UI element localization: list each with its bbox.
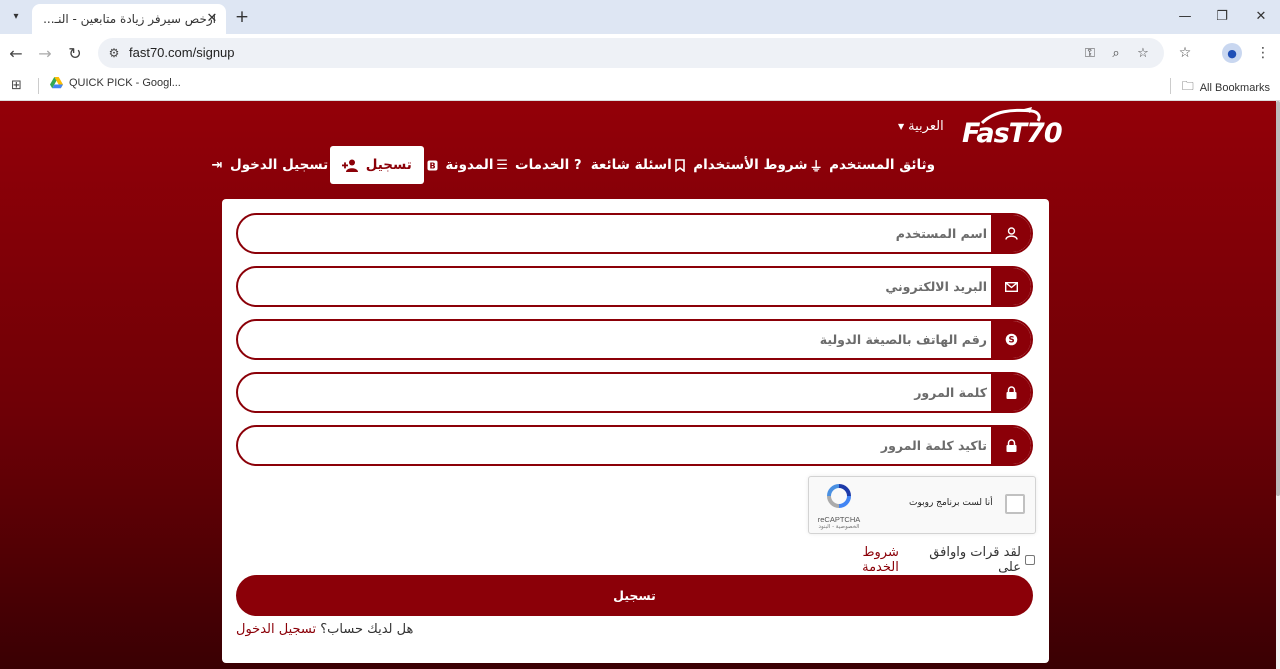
phone-input[interactable] <box>238 321 993 358</box>
signup-submit-button[interactable]: تسجيل <box>236 575 1033 616</box>
reload-icon[interactable]: ↻ <box>64 42 86 64</box>
svg-text:S: S <box>1008 336 1014 346</box>
bookmarks-panel-icon[interactable]: ☆ <box>1174 42 1196 64</box>
minimize-icon[interactable]: — <box>1173 6 1197 26</box>
envelope-icon <box>991 268 1031 305</box>
browser-tab[interactable]: ارخص سيرفر زيادة متابعين - النـ... <box>32 4 226 34</box>
nav-label: الخدمات <box>515 157 570 173</box>
nav-terms[interactable]: شروط الأستخدام <box>673 157 808 173</box>
recaptcha-icon <box>827 484 851 508</box>
blogger-icon: B <box>425 160 439 171</box>
caret-down-icon: ▼ <box>898 122 905 131</box>
recaptcha-label: أنا لست برنامج روبوت <box>909 498 993 508</box>
address-bar[interactable]: ⚙ fast70.com/signup ⚿ ⌕ ☆ <box>98 38 1164 68</box>
back-icon[interactable]: ← <box>5 42 27 64</box>
lock-icon <box>991 427 1031 464</box>
nav-label: اسئلة شائعة <box>590 157 672 173</box>
nav-label: وثائق المستخدم <box>829 157 935 173</box>
browser-menu-icon[interactable]: ⋮ <box>1252 42 1274 64</box>
skype-icon: S <box>991 321 1031 358</box>
zoom-icon[interactable]: ⌕ <box>1107 44 1125 62</box>
svg-text:B: B <box>429 161 435 170</box>
password-key-icon[interactable]: ⚿ <box>1081 44 1099 62</box>
language-label: العربية <box>908 119 944 134</box>
confirm-password-input[interactable] <box>238 427 993 464</box>
all-bookmarks-label: All Bookmarks <box>1199 81 1270 94</box>
phone-field: S <box>236 319 1033 360</box>
lock-icon <box>991 374 1031 411</box>
site-info-icon[interactable]: ⚙ <box>106 45 122 61</box>
nav-user-docs[interactable]: ⏚ وثائق المستخدم <box>809 156 935 175</box>
nav-label: شروط الأستخدام <box>693 157 808 173</box>
bookmark-icon <box>673 158 687 172</box>
forward-icon[interactable]: → <box>34 42 56 64</box>
restore-icon[interactable]: ❐ <box>1210 6 1234 26</box>
terms-checkbox[interactable] <box>1025 555 1035 565</box>
list-icon: ☰ <box>496 157 508 173</box>
recaptcha-logo: reCAPTCHA الخصوصية - البنود <box>815 483 863 530</box>
nav-blog[interactable]: B المدونة <box>425 157 494 173</box>
browser-toolbar: ← → ↻ ⚙ fast70.com/signup ⚿ ⌕ ☆ ☆ ● ⋮ <box>0 34 1280 72</box>
confirm-password-field <box>236 425 1033 466</box>
user-plus-icon <box>342 159 360 172</box>
recaptcha-widget: أنا لست برنامج روبوت reCAPTCHA الخصوصية … <box>808 476 1036 534</box>
login-link[interactable]: تسجيل الدخول <box>236 622 316 637</box>
google-drive-icon <box>50 77 63 89</box>
nav-login[interactable]: ⇥ تسجيل الدخول <box>210 157 329 173</box>
plug-icon: ⏚ <box>809 159 823 175</box>
login-prompt: هل لديك حساب؟ تسجيل الدخول <box>236 622 413 637</box>
tab-search-icon[interactable]: ▾ <box>6 6 26 26</box>
nav-services[interactable]: ☰ الخدمات <box>495 157 569 173</box>
nav-label: تسجيل الدخول <box>230 157 329 173</box>
user-icon <box>991 215 1031 252</box>
terms-link[interactable]: شروط الخدمة <box>822 545 899 575</box>
nav-faq[interactable]: ? اسئلة شائعة <box>571 157 672 173</box>
page-scrollbar[interactable] <box>1276 101 1280 669</box>
nav-label: تسجيل <box>365 157 412 173</box>
have-account-text: هل لديك حساب؟ <box>320 622 414 637</box>
username-input[interactable] <box>238 215 993 252</box>
url-text: fast70.com/signup <box>129 45 235 60</box>
terms-text: لقد قرات واوافق على <box>929 545 1021 575</box>
scrollbar-thumb[interactable] <box>1276 101 1280 496</box>
flame-icon <box>980 107 1041 125</box>
question-icon: ? <box>573 157 582 173</box>
email-field <box>236 266 1033 307</box>
bookmark-quick-pick[interactable]: QUICK PICK - Googl... <box>50 77 181 89</box>
site-logo[interactable]: FasT70 <box>962 107 1063 149</box>
browser-tab-bar: ▾ ارخص سيرفر زيادة متابعين - النـ... ✕ +… <box>0 0 1280 34</box>
bookmark-label: QUICK PICK - Googl... <box>69 77 181 89</box>
recaptcha-checkbox[interactable] <box>1005 494 1025 514</box>
email-input[interactable] <box>238 268 993 305</box>
language-dropdown[interactable]: العربية ▼ <box>898 119 944 134</box>
new-tab-icon[interactable]: + <box>232 7 252 27</box>
recaptcha-brand: reCAPTCHA <box>817 515 861 524</box>
apps-grid-icon[interactable]: ⊞ <box>11 78 22 93</box>
tab-title: ارخص سيرفر زيادة متابعين - النـ... <box>43 12 216 26</box>
page-content: FasT70 العربية ▼ ⏚ وثائق المستخدم شروط ا… <box>0 101 1276 669</box>
recaptcha-terms-link[interactable]: الخصوصية - البنود <box>815 524 863 530</box>
bookmark-star-icon[interactable]: ☆ <box>1134 44 1152 62</box>
bookmarks-separator <box>1170 78 1171 94</box>
close-window-icon[interactable]: ✕ <box>1249 6 1273 26</box>
bookmarks-bar: ⊞ QUICK PICK - Googl... 🗀 All Bookmarks <box>0 72 1280 101</box>
password-field <box>236 372 1033 413</box>
close-tab-icon[interactable]: ✕ <box>204 10 220 26</box>
signup-card: S أنا لست برنامج روبوت <box>222 199 1049 663</box>
folder-icon: 🗀 <box>1181 79 1194 93</box>
nav-signup[interactable]: تسجيل <box>329 146 424 184</box>
password-input[interactable] <box>238 374 993 411</box>
bookmarks-separator <box>38 78 39 94</box>
all-bookmarks-button[interactable]: 🗀 All Bookmarks <box>1182 77 1270 98</box>
username-field <box>236 213 1033 254</box>
nav-label: المدونة <box>445 157 494 173</box>
main-nav: ⏚ وثائق المستخدم شروط الأستخدام ? اسئلة … <box>210 146 935 184</box>
sign-in-icon: ⇥ <box>211 157 223 173</box>
terms-agreement: لقد قرات واوافق على شروط الخدمة <box>822 545 1035 575</box>
profile-avatar-icon[interactable]: ● <box>1222 43 1242 63</box>
